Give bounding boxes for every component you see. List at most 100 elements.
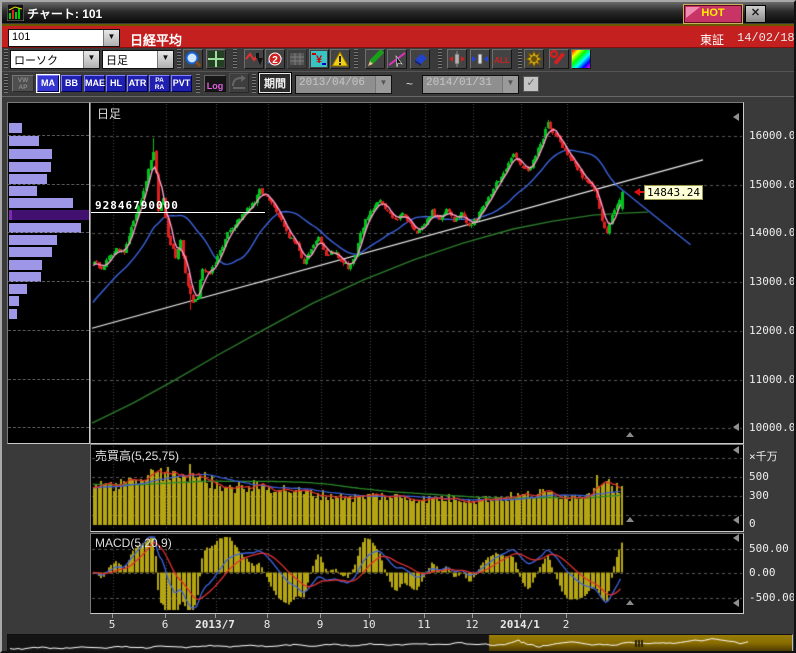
toolbar-grip[interactable] — [354, 49, 358, 68]
last-price-label: 14843.24 — [644, 185, 703, 200]
period-to-value: 2014/01/31 — [423, 76, 502, 93]
yen-icon[interactable]: ¥ — [309, 49, 329, 69]
volume-axis-tick: 300 — [749, 489, 769, 502]
volume-axis-tick: 500 — [749, 470, 769, 483]
macd-pane[interactable] — [90, 533, 744, 614]
macd-axis-tick: 0.00 — [749, 566, 776, 579]
toolbar-grip[interactable] — [4, 49, 8, 68]
gold-gear-icon[interactable] — [524, 49, 544, 69]
volume-pane[interactable] — [90, 444, 744, 532]
redraw-icon[interactable] — [229, 73, 249, 93]
close-icon[interactable]: ✕ — [745, 5, 766, 23]
expand-icon[interactable] — [470, 49, 490, 69]
chart-window: チャート: 101 HOT ✕ 101 ▼ 日経平均 東証 14/02/18 ロ… — [0, 0, 796, 653]
profile-bar — [9, 247, 52, 257]
number2-icon[interactable]: 2 — [265, 49, 285, 69]
scroll-hint-icon — [626, 600, 634, 605]
indicator-button-para[interactable]: PARA — [149, 75, 170, 92]
period-from-combobox[interactable]: 2013/04/06 ▼ — [295, 75, 392, 94]
trendline-pointer-icon[interactable] — [387, 49, 407, 69]
main-chart-pane[interactable] — [90, 102, 744, 444]
pane-marker-icon[interactable] — [733, 113, 739, 121]
volume-unit-label: ×千万 — [749, 448, 778, 464]
profile-bar — [9, 296, 19, 306]
candlestick-chart-canvas[interactable] — [91, 103, 743, 443]
profile-bar — [9, 198, 73, 208]
grid-settings-icon[interactable] — [206, 49, 226, 69]
range-scrollbar[interactable] — [7, 634, 793, 652]
pane-marker-icon[interactable] — [733, 534, 739, 542]
palette-icon[interactable] — [571, 49, 591, 69]
chevron-down-icon[interactable]: ▼ — [83, 51, 99, 68]
timeframe-value: 日足 — [103, 51, 157, 68]
range-navigator-canvas[interactable] — [8, 635, 792, 651]
pane-marker-icon[interactable] — [733, 423, 739, 431]
indicator-button-hl[interactable]: HL — [106, 75, 126, 92]
app-icon — [7, 4, 24, 21]
volume-pane-title: 売買高(5,25,75) — [95, 447, 179, 464]
symbol-code-value: 101 — [9, 30, 103, 46]
profile-bar — [9, 235, 57, 245]
exchange-label: 東証 — [700, 31, 724, 48]
toolbar-grip[interactable] — [518, 49, 522, 68]
volume-chart-canvas[interactable] — [91, 445, 743, 531]
indicator-button-pvt[interactable]: PVT — [171, 75, 192, 92]
main-pane-title: 日足 — [97, 105, 121, 122]
symbol-bar — [2, 26, 794, 48]
hot-button[interactable]: HOT — [684, 5, 742, 23]
all-range-icon[interactable]: ALL — [492, 49, 512, 69]
indicator-button-mae[interactable]: MAE — [84, 75, 105, 92]
toolbar-grip[interactable] — [233, 49, 237, 68]
title-bar[interactable]: チャート: 101 HOT ✕ — [2, 2, 794, 23]
macd-pane-title: MACD(5,20,9) — [95, 536, 172, 550]
profile-gridline — [8, 281, 89, 282]
price-axis-tick: 12000.00 — [749, 324, 796, 337]
symbol-code-combobox[interactable]: 101 ▼ — [8, 29, 120, 47]
toolbar-grip[interactable] — [438, 49, 442, 68]
chart-type-value: ローソク — [11, 51, 83, 68]
toolbar-grip[interactable] — [252, 74, 256, 93]
profile-gridline — [8, 184, 89, 185]
indicator-button-bb[interactable]: BB — [61, 75, 82, 92]
chart-type-combobox[interactable]: ローソク ▼ — [10, 50, 100, 69]
indicator-button-vwap[interactable]: VWAP — [12, 75, 34, 92]
period-from-value: 2013/04/06 — [296, 76, 375, 93]
chevron-down-icon[interactable]: ▼ — [103, 30, 119, 46]
chevron-down-icon[interactable]: ▼ — [157, 51, 173, 68]
compress-icon[interactable] — [447, 49, 467, 69]
chart-save-icon[interactable] — [244, 49, 264, 69]
price-axis-tick: 16000.00 — [749, 129, 796, 142]
time-axis-tick: 12 — [465, 618, 478, 631]
pane-marker-icon[interactable] — [733, 599, 739, 607]
price-axis-tick: 13000.00 — [749, 275, 796, 288]
log-scale-button[interactable]: Log — [204, 75, 226, 92]
toolbar-grip[interactable] — [4, 74, 8, 93]
chevron-down-icon: ▼ — [502, 76, 518, 93]
volume-profile-pane[interactable] — [7, 102, 90, 444]
profile-bar — [9, 136, 39, 146]
period-to-combobox[interactable]: 2014/01/31 ▼ — [422, 75, 519, 94]
toolbar-grip[interactable] — [177, 49, 181, 68]
zoom-icon[interactable] — [183, 49, 203, 69]
macd-chart-canvas[interactable] — [91, 534, 743, 613]
profile-bar — [9, 260, 42, 270]
toolbar-grip[interactable] — [196, 74, 200, 93]
indicator-button-atr[interactable]: ATR — [127, 75, 148, 92]
wrench-icon[interactable] — [549, 49, 569, 69]
profile-gridline — [8, 427, 89, 428]
alert-icon[interactable] — [330, 49, 350, 69]
volume-axis-tick: 0 — [749, 517, 756, 530]
profile-bar — [9, 162, 51, 172]
timeframe-combobox[interactable]: 日足 ▼ — [102, 50, 174, 69]
eraser-icon[interactable] — [410, 49, 430, 69]
pane-marker-icon[interactable] — [733, 446, 739, 454]
pencil-icon[interactable] — [365, 49, 385, 69]
profile-bar — [9, 309, 17, 319]
time-axis-tick: 5 — [109, 618, 116, 631]
period-button[interactable]: 期間 — [259, 73, 291, 93]
grid-disabled-icon[interactable] — [287, 49, 307, 69]
period-checkbox[interactable]: ✓ — [523, 76, 539, 92]
pane-marker-icon[interactable] — [733, 516, 739, 524]
indicator-button-ma[interactable]: MA — [37, 75, 59, 92]
volume-at-price-label: 92846790000 — [95, 199, 179, 212]
